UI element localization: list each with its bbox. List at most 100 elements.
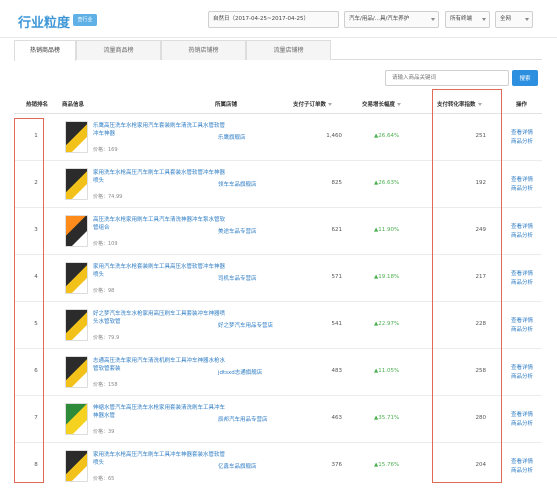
- growth-cell: ▲22.97%: [374, 321, 400, 327]
- product-analysis-link[interactable]: 商品分析: [511, 466, 533, 474]
- category-select[interactable]: 汽车/用品/...具/汽车养护: [344, 11, 439, 28]
- store-link[interactable]: 领车车品旗舰店: [218, 180, 257, 188]
- product-price: 价格：98: [93, 288, 115, 294]
- terminal-select[interactable]: 所有终端: [445, 11, 490, 28]
- product-price: 价格：65: [93, 476, 115, 482]
- product-name-link[interactable]: 家用洗车水枪高压汽车刷车工具冲车神器套装水管软管喷头: [93, 451, 225, 467]
- store-link[interactable]: 美途车品专营店: [218, 227, 257, 235]
- top-bar: 行业粒度 查行业 自然日（2017-04-25~2017-04-25） 汽车/用…: [0, 0, 557, 38]
- growth-cell: ▲26.63%: [374, 180, 400, 186]
- growth-value: 15.76%: [378, 462, 400, 468]
- orders-cell: 571: [331, 274, 343, 280]
- orders-cell: 1,460: [326, 133, 342, 139]
- chevron-down-icon: [431, 18, 435, 21]
- product-thumbnail[interactable]: [65, 168, 88, 200]
- product-analysis-link[interactable]: 商品分析: [511, 372, 533, 380]
- network-select-label: 全网: [500, 16, 512, 22]
- product-name-link[interactable]: 高压洗车水枪家用刷车工具汽车清洗神器冲车泵水管软管组合: [93, 216, 225, 232]
- column-header-rank: 热销排名: [26, 102, 49, 108]
- view-detail-link[interactable]: 查看详情: [511, 363, 533, 371]
- tab-traffic-stores[interactable]: 流量店铺榜: [246, 40, 331, 60]
- rank-highlight-box: [14, 118, 44, 483]
- search-button[interactable]: 搜索: [512, 70, 538, 86]
- product-thumbnail[interactable]: [65, 121, 88, 153]
- column-header-growth[interactable]: 交易增长幅度: [362, 100, 402, 108]
- chevron-down-icon: [482, 18, 486, 21]
- column-header-orders-label: 支付子订单数: [293, 102, 327, 108]
- product-analysis-link[interactable]: 商品分析: [511, 137, 533, 145]
- column-header-actions: 操作: [516, 102, 528, 108]
- growth-value: 11.90%: [378, 227, 400, 233]
- growth-value: 35.71%: [378, 415, 400, 421]
- column-header-product: 商品信息: [62, 102, 85, 108]
- orders-cell: 825: [331, 180, 343, 186]
- product-name-link[interactable]: 伸缩水管汽车高压洗车水枪家用套装清洗刷车工具冲车神器水管: [93, 404, 225, 420]
- tab-hot-stores[interactable]: 热销店铺榜: [161, 40, 246, 60]
- sort-icon: [328, 103, 333, 106]
- product-thumbnail[interactable]: [65, 262, 88, 294]
- view-detail-link[interactable]: 查看详情: [511, 222, 533, 230]
- store-link[interactable]: 好之梦汽车用品专营店: [218, 321, 273, 329]
- growth-cell: ▲26.64%: [374, 133, 400, 139]
- product-name-link[interactable]: 好之梦汽车洗车水枪家用高压刷车工具套装冲车神器喷头水管软管: [93, 310, 225, 326]
- store-link[interactable]: jdtsxd志通旗舰店: [218, 368, 262, 376]
- product-name-link[interactable]: 家用汽车洗车水枪套装刷车工具高压水管软管冲车神器喷头: [93, 263, 225, 279]
- product-price: 价格：169: [93, 147, 118, 153]
- growth-value: 26.63%: [378, 180, 400, 186]
- view-detail-link[interactable]: 查看详情: [511, 128, 533, 136]
- store-link[interactable]: 辰邦汽车用品专营店: [218, 415, 268, 423]
- product-name-link[interactable]: 志通高压洗车家用汽车清洗机刷车工具冲车神器水枪水管软管套装: [93, 357, 225, 373]
- conversion-highlight-box: [432, 89, 502, 483]
- view-detail-link[interactable]: 查看详情: [511, 175, 533, 183]
- date-range-select[interactable]: 自然日（2017-04-25~2017-04-25）: [208, 11, 339, 28]
- orders-cell: 483: [331, 368, 343, 374]
- product-analysis-link[interactable]: 商品分析: [511, 278, 533, 286]
- store-link[interactable]: 司机车品专营店: [218, 274, 257, 282]
- orders-cell: 621: [331, 227, 343, 233]
- column-header-store: 所属店铺: [215, 102, 238, 108]
- tab-hot-products[interactable]: 热销商品榜: [14, 40, 76, 61]
- product-analysis-link[interactable]: 商品分析: [511, 419, 533, 427]
- growth-cell: ▲11.90%: [374, 227, 400, 233]
- column-header-orders[interactable]: 支付子订单数: [293, 100, 333, 108]
- sort-icon: [397, 103, 402, 106]
- product-price: 价格：74.99: [93, 194, 123, 200]
- store-link[interactable]: 亿鑫车品旗舰店: [218, 462, 257, 470]
- growth-cell: ▲15.76%: [374, 462, 400, 468]
- view-detail-link[interactable]: 查看详情: [511, 410, 533, 418]
- growth-value: 11.05%: [378, 368, 400, 374]
- growth-value: 19.18%: [378, 274, 400, 280]
- product-price: 价格：109: [93, 241, 118, 247]
- product-name-link[interactable]: 乐鹰高压洗车水枪家用汽车套装刷车清洗工具水管软管冲车神器: [93, 122, 225, 138]
- orders-cell: 376: [331, 462, 343, 468]
- chevron-down-icon: [525, 18, 529, 21]
- view-detail-link[interactable]: 查看详情: [511, 457, 533, 465]
- product-analysis-link[interactable]: 商品分析: [511, 231, 533, 239]
- product-price: 价格：39: [93, 429, 115, 435]
- search-input[interactable]: [385, 70, 509, 86]
- product-thumbnail[interactable]: [65, 356, 88, 388]
- growth-value: 26.64%: [378, 133, 400, 139]
- growth-cell: ▲11.05%: [374, 368, 400, 374]
- view-detail-link[interactable]: 查看详情: [511, 316, 533, 324]
- product-name-link[interactable]: 家用洗车水枪高压汽车刷车工具套装水管软管冲车神器喷头: [93, 169, 225, 185]
- orders-cell: 541: [331, 321, 343, 327]
- orders-cell: 463: [331, 415, 343, 421]
- page-title: 行业粒度: [18, 16, 71, 31]
- product-thumbnail[interactable]: [65, 450, 88, 482]
- growth-cell: ▲19.18%: [374, 274, 400, 280]
- view-detail-link[interactable]: 查看详情: [511, 269, 533, 277]
- product-thumbnail[interactable]: [65, 215, 88, 247]
- column-header-growth-label: 交易增长幅度: [362, 102, 396, 108]
- product-analysis-link[interactable]: 商品分析: [511, 184, 533, 192]
- product-analysis-link[interactable]: 商品分析: [511, 325, 533, 333]
- store-link[interactable]: 乐鹰旗舰店: [218, 133, 246, 141]
- tab-traffic-products[interactable]: 流量商品榜: [76, 40, 161, 60]
- product-thumbnail[interactable]: [65, 403, 88, 435]
- industry-badge[interactable]: 查行业: [73, 14, 97, 26]
- growth-cell: ▲35.71%: [374, 415, 400, 421]
- network-select[interactable]: 全网: [495, 11, 533, 28]
- category-select-label: 汽车/用品/...具/汽车养护: [349, 16, 410, 22]
- tab-bar: 热销商品榜 流量商品榜 热销店铺榜 流量店铺榜: [14, 40, 542, 61]
- product-thumbnail[interactable]: [65, 309, 88, 341]
